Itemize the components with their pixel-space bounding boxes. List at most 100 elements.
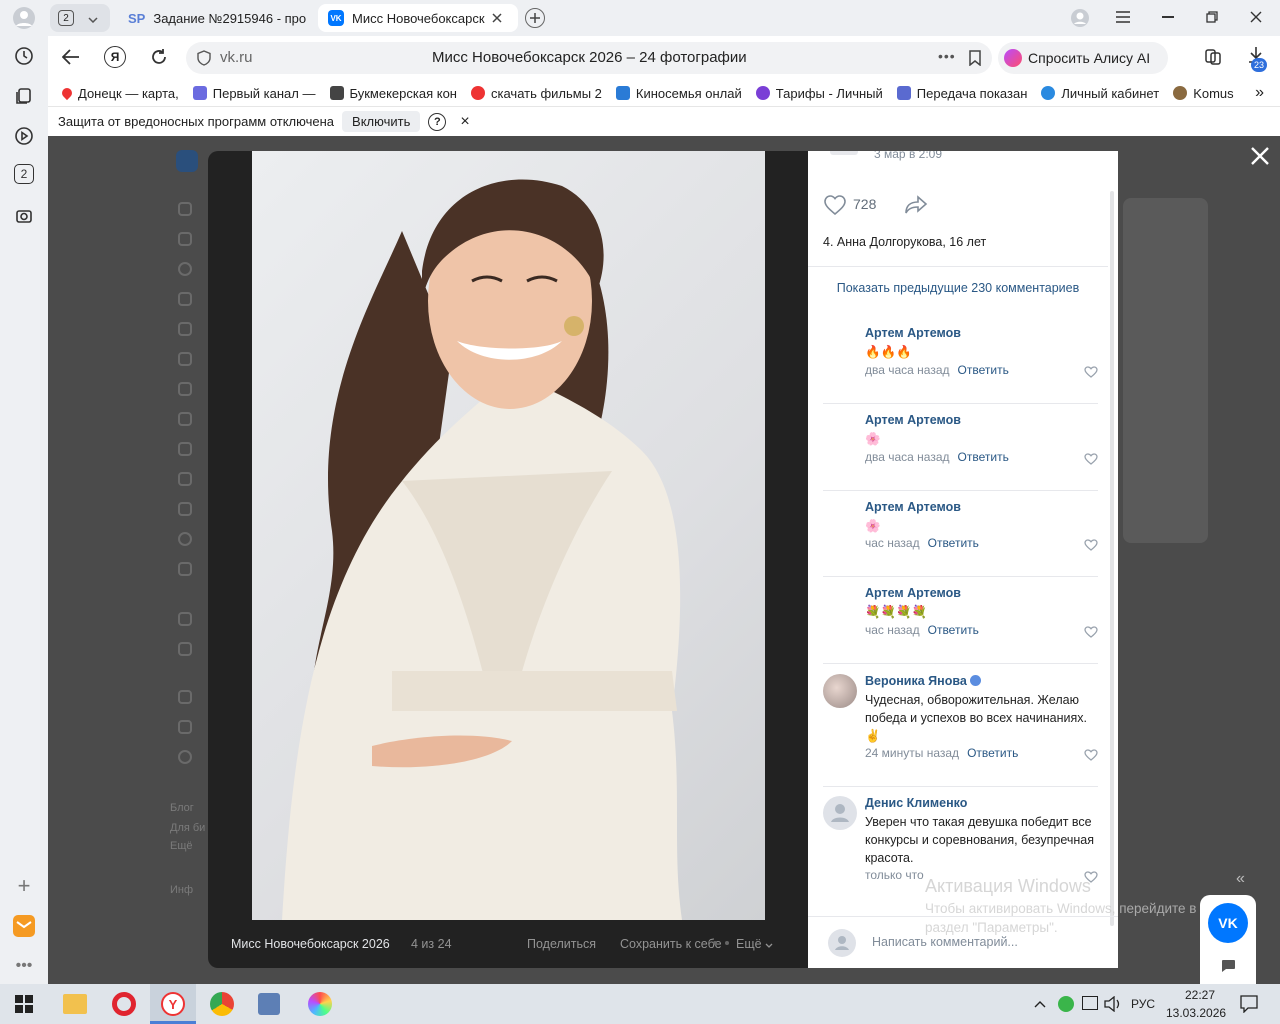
- bookmark-item[interactable]: Komus: [1173, 86, 1234, 101]
- reply-link[interactable]: Ответить: [928, 623, 979, 637]
- yandex-logo-icon[interactable]: Я: [104, 46, 126, 68]
- file-explorer-icon[interactable]: [63, 994, 87, 1014]
- network-icon[interactable]: [1082, 996, 1098, 1010]
- volume-icon[interactable]: [1104, 995, 1122, 1015]
- media-app-icon[interactable]: [308, 992, 332, 1016]
- comment-author[interactable]: Артем Артемов: [865, 500, 961, 514]
- restore-icon[interactable]: [1206, 11, 1218, 26]
- extensions-icon[interactable]: [1204, 48, 1222, 69]
- tab-counter-icon[interactable]: 2: [14, 164, 34, 184]
- profile-icon[interactable]: [12, 6, 36, 30]
- album-title[interactable]: Мисс Новочебоксарск 2026: [231, 937, 390, 951]
- image-tool-icon[interactable]: [258, 993, 280, 1015]
- like-heart-icon[interactable]: [824, 195, 846, 218]
- vk-messenger-widget[interactable]: VK: [1200, 895, 1256, 984]
- bookmarks-overflow-icon[interactable]: »: [1255, 84, 1264, 102]
- bookmark-icon[interactable]: [968, 50, 982, 69]
- comment-author[interactable]: Денис Клименко: [865, 796, 967, 810]
- mail-icon[interactable]: [12, 914, 36, 938]
- comment-time: два часа назад: [865, 363, 950, 377]
- more-icon[interactable]: •••: [12, 954, 36, 978]
- window-close-icon[interactable]: [1250, 11, 1262, 26]
- tab-sp[interactable]: SP Задание №2915946 - про: [118, 4, 314, 32]
- reply-link[interactable]: Ответить: [967, 746, 1018, 760]
- clock-time[interactable]: 22:27: [1180, 988, 1220, 1002]
- notifications-icon[interactable]: [1240, 995, 1258, 1016]
- bookmark-item[interactable]: Передача показан: [896, 86, 1027, 101]
- nav-calls-icon: [178, 292, 192, 306]
- comment-divider: [823, 490, 1098, 491]
- add-panel-icon[interactable]: +: [12, 873, 36, 898]
- reply-link[interactable]: Ответить: [928, 536, 979, 550]
- tab-vk[interactable]: VK Мисс Новочебоксарск: [318, 4, 518, 32]
- comment-like-icon[interactable]: [1084, 539, 1098, 551]
- nav-profile-icon: [178, 202, 192, 216]
- tray-app-icon[interactable]: [1058, 996, 1074, 1012]
- comment-author[interactable]: Артем Артемов: [865, 413, 961, 427]
- bookmark-item[interactable]: Личный кабинет: [1041, 86, 1159, 101]
- share-button[interactable]: Поделиться: [527, 937, 596, 951]
- shield-icon[interactable]: [196, 50, 212, 69]
- meter-icon: [896, 86, 911, 100]
- bookmark-item[interactable]: скачать фильмы 2: [471, 86, 602, 101]
- reload-icon[interactable]: [150, 48, 168, 69]
- more-dots-icon[interactable]: •••: [938, 48, 956, 64]
- comment-like-icon[interactable]: [1084, 366, 1098, 378]
- save-button[interactable]: Сохранить к себе: [620, 937, 722, 951]
- bookmark-item[interactable]: Киносемья онлай: [615, 86, 742, 101]
- comment-like-icon[interactable]: [1084, 453, 1098, 465]
- main-photo[interactable]: [252, 151, 765, 920]
- bookmark-item[interactable]: Букмекерская кон: [329, 86, 457, 101]
- comment-like-icon[interactable]: [1084, 749, 1098, 761]
- comment-author[interactable]: Вероника Янова: [865, 674, 982, 688]
- reply-link[interactable]: Ответить: [958, 450, 1009, 464]
- nav-video-icon: [178, 442, 192, 456]
- show-previous-comments[interactable]: Показать предыдущие 230 комментариев: [808, 281, 1108, 295]
- avatar[interactable]: [823, 796, 857, 830]
- comments-scrollbar[interactable]: [1110, 191, 1114, 926]
- comment-author[interactable]: Артем Артемов: [865, 326, 961, 340]
- enable-button[interactable]: Включить: [342, 111, 421, 132]
- collapse-chevrons-icon[interactable]: «: [1236, 870, 1245, 888]
- nav-news-icon: [178, 232, 192, 246]
- bookmarks-bar: Донецк — карта, Первый канал — Букмекерс…: [48, 80, 1280, 106]
- write-comment-input[interactable]: Написать комментарий...: [872, 935, 1018, 949]
- help-icon[interactable]: ?: [428, 112, 447, 131]
- menu-icon[interactable]: [1116, 11, 1130, 26]
- account-icon[interactable]: [1070, 8, 1090, 31]
- chrome-icon[interactable]: [210, 992, 234, 1016]
- nav-messages-icon: [178, 262, 192, 276]
- tab-group[interactable]: 2: [50, 4, 110, 32]
- bookmark-item[interactable]: Тарифы - Личный: [755, 86, 883, 101]
- share-arrow-icon[interactable]: [904, 195, 928, 218]
- collections-icon[interactable]: [12, 84, 36, 108]
- comment-like-icon[interactable]: [1084, 626, 1098, 638]
- history-icon[interactable]: [12, 44, 36, 68]
- avatar[interactable]: [823, 674, 857, 708]
- yandex-browser-icon: Y: [161, 992, 185, 1016]
- author-avatar[interactable]: [830, 151, 858, 155]
- bookmark-item[interactable]: Донецк — карта,: [62, 86, 179, 101]
- language-indicator[interactable]: РУС: [1131, 997, 1155, 1011]
- viewer-close-icon[interactable]: [1249, 145, 1271, 167]
- footer-link: Инф: [170, 884, 194, 896]
- video-icon[interactable]: [12, 124, 36, 148]
- infobar-close-icon[interactable]: ×: [460, 113, 469, 131]
- address-bar[interactable]: vk.ru Мисс Новочебоксарск 2026 – 24 фото…: [186, 42, 992, 74]
- tray-chevron-icon[interactable]: [1034, 997, 1046, 1011]
- minimize-icon[interactable]: [1162, 16, 1174, 18]
- taskbar-active-yandex[interactable]: Y: [150, 984, 196, 1024]
- new-tab-button[interactable]: [525, 8, 545, 28]
- alice-button[interactable]: Спросить Алису AI: [998, 42, 1168, 74]
- screenshot-icon[interactable]: [12, 204, 36, 228]
- back-icon[interactable]: [61, 49, 80, 68]
- reply-link[interactable]: Ответить: [958, 363, 1009, 377]
- nav-help-icon: [178, 750, 192, 764]
- opera-icon[interactable]: [112, 992, 136, 1016]
- clock-date[interactable]: 13.03.2026: [1166, 1006, 1226, 1020]
- comment-author[interactable]: Артем Артемов: [865, 586, 961, 600]
- more-button[interactable]: Ещё: [736, 937, 773, 951]
- close-icon[interactable]: [492, 11, 502, 26]
- bookmark-item[interactable]: Первый канал —: [192, 86, 316, 101]
- windows-start-icon[interactable]: [15, 995, 33, 1016]
